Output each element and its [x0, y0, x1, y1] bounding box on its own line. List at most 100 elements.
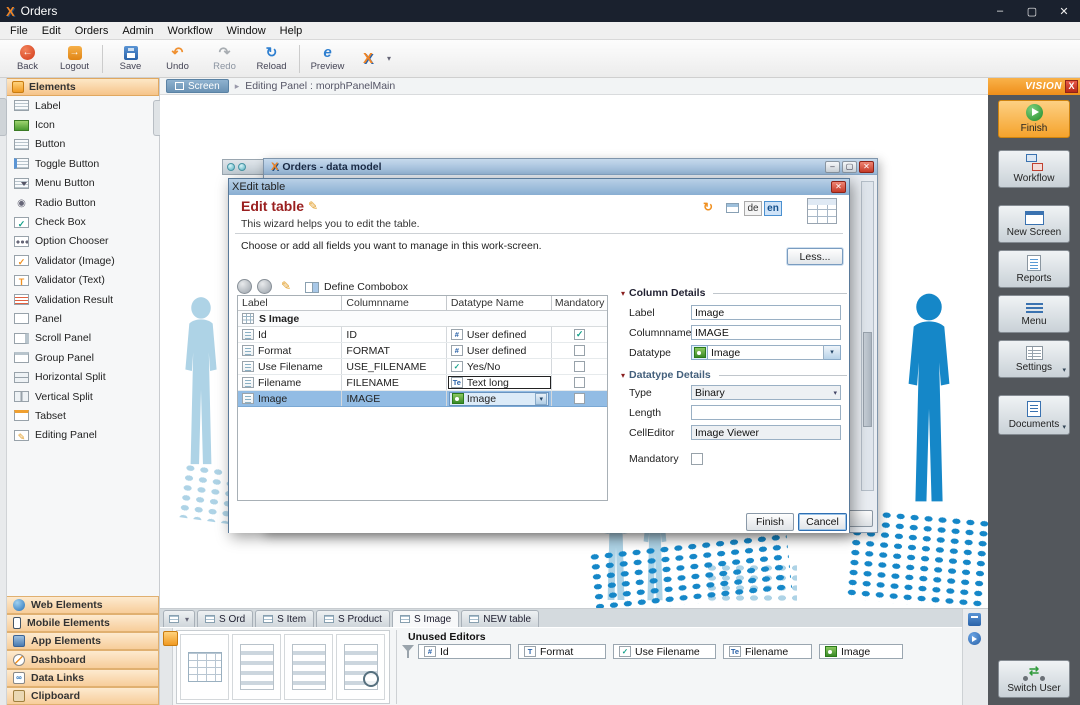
menu-help[interactable]: Help	[273, 25, 310, 37]
settings-sidebar-button[interactable]: Settings ▾	[998, 340, 1070, 378]
menu-file[interactable]: File	[3, 25, 35, 37]
tab-new-table[interactable]: NEW table	[461, 610, 539, 627]
section-collapse-icon[interactable]: ▾	[621, 371, 625, 380]
run-panel-icon[interactable]	[968, 632, 981, 645]
mandatory-checkbox[interactable]	[691, 453, 703, 465]
reload-button[interactable]: ↻ Reload	[248, 42, 295, 76]
label-input[interactable]: Image	[691, 305, 841, 320]
columnname-input[interactable]: IMAGE	[691, 325, 841, 340]
elements-panel-header[interactable]: Elements	[7, 78, 159, 96]
window-button-icon[interactable]	[227, 163, 235, 171]
language-en-button[interactable]: en	[764, 201, 782, 216]
switch-user-button[interactable]: ⇄ Switch User	[998, 660, 1070, 698]
element-item-button[interactable]: Button	[7, 135, 159, 154]
table-row[interactable]: Filename FILENAME TeText long	[238, 375, 607, 391]
visionx-x-logo-icon[interactable]: X	[1065, 80, 1078, 93]
palette-list-layout[interactable]	[284, 634, 333, 700]
accordion-app-elements[interactable]: App Elements	[7, 632, 159, 650]
mandatory-checkbox[interactable]	[574, 393, 585, 404]
accordion-clipboard[interactable]: Clipboard	[7, 687, 159, 705]
mandatory-checkbox[interactable]	[574, 361, 585, 372]
section-collapse-icon[interactable]: ▾	[621, 289, 625, 298]
window-button-icon[interactable]	[238, 163, 246, 171]
element-item-validator-image[interactable]: Validator (Image)	[7, 251, 159, 270]
reports-sidebar-button[interactable]: Reports	[998, 250, 1070, 288]
element-item-tabset[interactable]: Tabset	[7, 406, 159, 425]
dock-panel-icon[interactable]	[968, 613, 981, 626]
preview-button[interactable]: e Preview	[304, 42, 351, 76]
maximize-button[interactable]: ▢	[842, 161, 857, 173]
table-row[interactable]: Id ID #User defined ✓	[238, 327, 607, 343]
close-button[interactable]: ✕	[1048, 0, 1080, 22]
column-details-header[interactable]: ▾ Column Details	[621, 287, 847, 299]
element-item-editing-panel[interactable]: Editing Panel	[7, 426, 159, 445]
table-row[interactable]: Format FORMAT #User defined	[238, 343, 607, 359]
element-item-panel[interactable]: Panel	[7, 309, 159, 328]
celleditor-input[interactable]: Image Viewer	[691, 425, 841, 440]
less-button[interactable]: Less...	[787, 248, 843, 265]
mandatory-checkbox[interactable]: ✓	[574, 329, 585, 340]
element-item-group-panel[interactable]: Group Panel	[7, 348, 159, 367]
palette-grid-layout[interactable]	[180, 634, 229, 700]
table-row-selected[interactable]: Image IMAGE Image ▾	[238, 391, 607, 407]
edit-table-titlebar[interactable]: X Edit table ✕	[229, 179, 849, 195]
datatype-combobox[interactable]: Image ▾	[449, 392, 549, 406]
designer-tool-icon[interactable]	[163, 631, 178, 646]
finish-sidebar-button[interactable]: Finish	[998, 100, 1070, 138]
menu-orders[interactable]: Orders	[68, 25, 116, 37]
save-button[interactable]: Save	[107, 42, 154, 76]
menu-window[interactable]: Window	[220, 25, 273, 37]
column-header[interactable]: Mandatory	[552, 296, 607, 310]
visionx-dropdown-icon[interactable]: ▾	[387, 54, 391, 63]
minimize-button[interactable]: –	[825, 161, 840, 173]
element-item-vertical-split[interactable]: Vertical Split	[7, 387, 159, 406]
workflow-sidebar-button[interactable]: Workflow	[998, 150, 1070, 188]
reset-icon[interactable]: ↻	[703, 200, 713, 214]
close-button[interactable]: ✕	[831, 181, 846, 193]
back-button[interactable]: ← Back	[4, 42, 51, 76]
accordion-dashboard[interactable]: Dashboard	[7, 650, 159, 668]
length-input[interactable]	[691, 405, 841, 420]
accordion-web-elements[interactable]: Web Elements	[7, 596, 159, 614]
cancel-button[interactable]: Cancel	[798, 513, 847, 531]
editor-chip-format[interactable]: TFormat	[518, 644, 606, 659]
element-item-label[interactable]: Label	[7, 96, 159, 115]
element-item-icon[interactable]: Icon	[7, 115, 159, 134]
editor-chip-id[interactable]: #Id	[418, 644, 511, 659]
tables-menu-tab[interactable]: ▾	[163, 610, 195, 627]
documents-sidebar-button[interactable]: Documents ▾	[998, 395, 1070, 435]
column-header[interactable]: Columnname	[342, 296, 446, 310]
mandatory-checkbox[interactable]	[574, 377, 585, 388]
accordion-data-links[interactable]: ∞Data Links	[7, 669, 159, 687]
element-item-validation-result[interactable]: Validation Result	[7, 290, 159, 309]
menu-edit[interactable]: Edit	[35, 25, 68, 37]
new-screen-sidebar-button[interactable]: New Screen	[998, 205, 1070, 243]
tab-s-product[interactable]: S Product	[316, 610, 390, 627]
visionx-menu-button[interactable]: X	[351, 42, 385, 76]
chevron-down-icon[interactable]: ▾	[535, 393, 547, 405]
logout-button[interactable]: → Logout	[51, 42, 98, 76]
element-item-menu-button[interactable]: Menu Button	[7, 174, 159, 193]
accordion-mobile-elements[interactable]: Mobile Elements	[7, 614, 159, 632]
maximize-button[interactable]: ▢	[1016, 0, 1048, 22]
sidebar-collapse-handle[interactable]	[0, 98, 7, 136]
table-group-row[interactable]: S Image	[238, 311, 607, 327]
element-item-horizontal-split[interactable]: Horizontal Split	[7, 367, 159, 386]
minimize-button[interactable]: –	[984, 0, 1016, 22]
define-combobox-label[interactable]: Define Combobox	[324, 281, 408, 293]
redo-button[interactable]: ↷ Redo	[201, 42, 248, 76]
tab-s-ord[interactable]: S Ord	[197, 610, 253, 627]
editor-chip-filename[interactable]: TeFilename	[723, 644, 812, 659]
palette-search-layout[interactable]	[336, 634, 385, 700]
menu-sidebar-button[interactable]: Menu	[998, 295, 1070, 333]
column-header[interactable]: Datatype Name	[447, 296, 552, 310]
column-header[interactable]: Label	[238, 296, 342, 310]
element-item-toggle-button[interactable]: Toggle Button	[7, 154, 159, 173]
data-model-titlebar[interactable]: X Orders - data model – ▢ ✕	[264, 159, 877, 175]
chevron-down-icon[interactable]: ▾	[824, 345, 841, 360]
chevron-down-icon[interactable]: ▾	[1062, 423, 1066, 431]
finish-button[interactable]: Finish	[746, 513, 794, 531]
datatype-details-header[interactable]: ▾ Datatype Details	[621, 369, 847, 381]
close-button[interactable]: ✕	[859, 161, 874, 173]
scrollbar-thumb[interactable]	[863, 332, 872, 427]
